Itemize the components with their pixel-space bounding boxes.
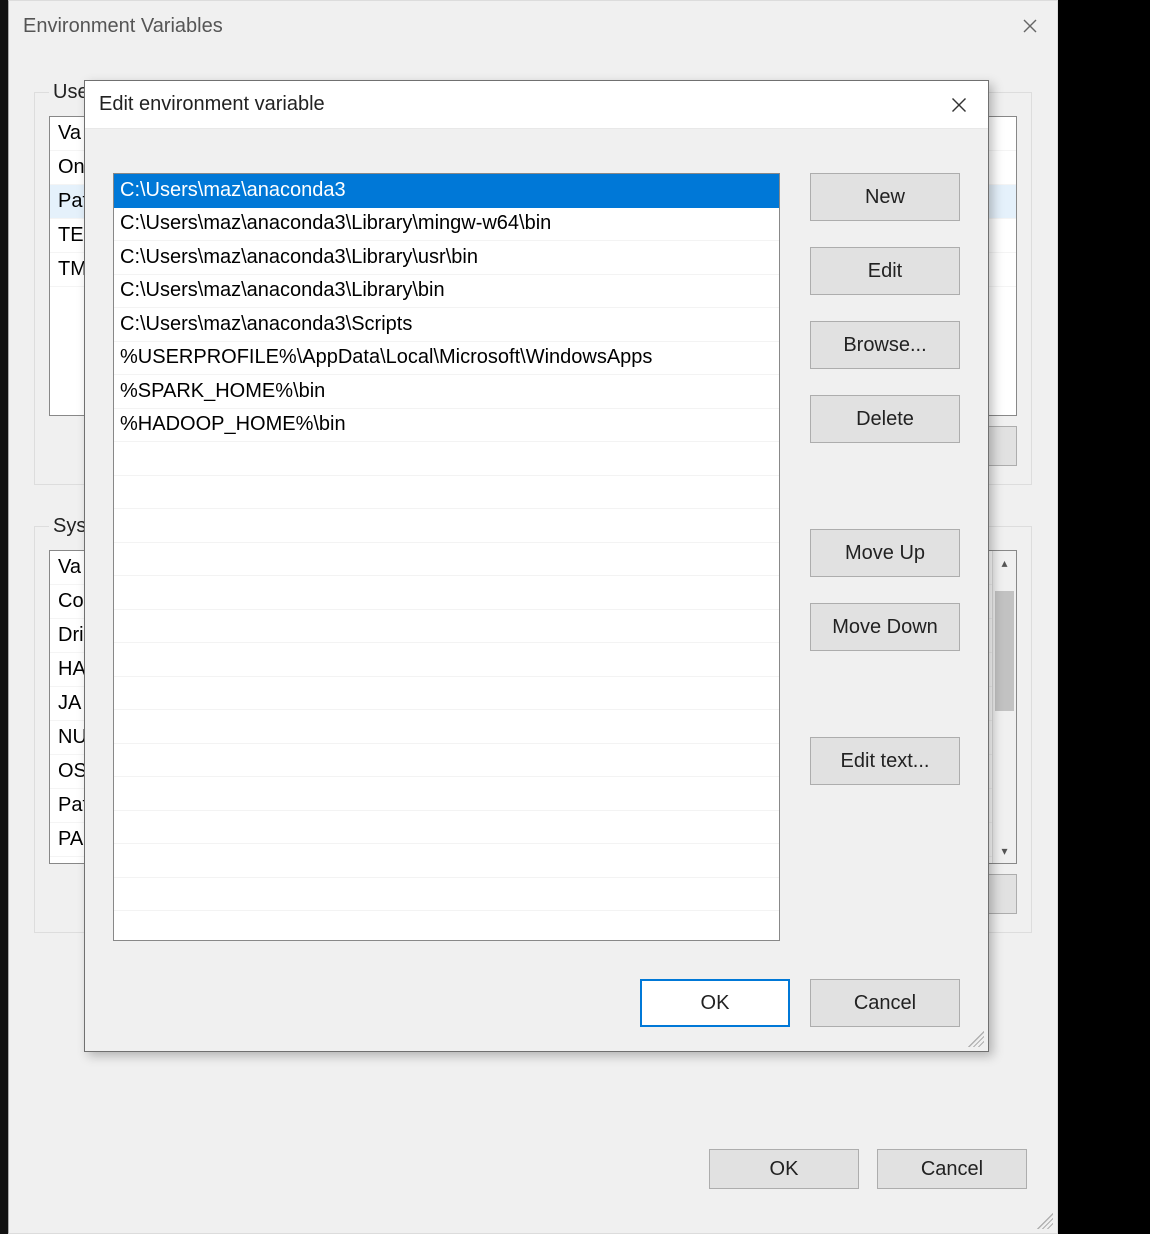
path-row[interactable]: C:\Users\maz\anaconda3\Library\usr\bin bbox=[114, 241, 779, 275]
close-icon bbox=[951, 97, 967, 113]
path-entry-text: %HADOOP_HOME%\bin bbox=[120, 413, 346, 436]
child-cancel-button[interactable]: Cancel bbox=[810, 979, 960, 1027]
path-row[interactable]: C:\Users\maz\anaconda3\Library\mingw-w64… bbox=[114, 208, 779, 242]
path-entry-text: %USERPROFILE%\AppData\Local\Microsoft\Wi… bbox=[120, 346, 652, 369]
parent-titlebar: Environment Variables bbox=[9, 1, 1057, 51]
new-label: New bbox=[865, 186, 905, 209]
child-ok-label: OK bbox=[701, 992, 730, 1015]
path-row[interactable]: %SPARK_HOME%\bin bbox=[114, 375, 779, 409]
path-entry-text: %SPARK_HOME%\bin bbox=[120, 380, 325, 403]
path-row[interactable] bbox=[114, 710, 779, 744]
child-title: Edit environment variable bbox=[99, 93, 325, 116]
edit-text-button[interactable]: Edit text... bbox=[810, 737, 960, 785]
new-button[interactable]: New bbox=[810, 173, 960, 221]
path-row[interactable] bbox=[114, 509, 779, 543]
child-footer: OK Cancel bbox=[640, 979, 960, 1027]
parent-title: Environment Variables bbox=[23, 15, 223, 38]
scroll-down-icon[interactable]: ▾ bbox=[993, 839, 1016, 863]
path-row[interactable] bbox=[114, 442, 779, 476]
edit-label: Edit bbox=[868, 260, 902, 283]
path-row[interactable] bbox=[114, 677, 779, 711]
move-down-button[interactable]: Move Down bbox=[810, 603, 960, 651]
move-down-label: Move Down bbox=[832, 616, 938, 639]
scroll-up-icon[interactable]: ▴ bbox=[993, 551, 1016, 575]
child-close-button[interactable] bbox=[936, 85, 982, 125]
path-entry-text: C:\Users\maz\anaconda3\Scripts bbox=[120, 313, 412, 336]
scroll-thumb[interactable] bbox=[995, 591, 1014, 711]
path-entry-text: C:\Users\maz\anaconda3\Library\usr\bin bbox=[120, 246, 478, 269]
parent-resize-grip[interactable] bbox=[1037, 1213, 1053, 1229]
path-row[interactable] bbox=[114, 811, 779, 845]
parent-ok-button[interactable]: OK bbox=[709, 1149, 859, 1189]
path-row[interactable]: C:\Users\maz\anaconda3\Scripts bbox=[114, 308, 779, 342]
child-ok-button[interactable]: OK bbox=[640, 979, 790, 1027]
path-row[interactable] bbox=[114, 844, 779, 878]
parent-cancel-button[interactable]: Cancel bbox=[877, 1149, 1027, 1189]
path-row[interactable] bbox=[114, 476, 779, 510]
edit-button[interactable]: Edit bbox=[810, 247, 960, 295]
browse-button[interactable]: Browse... bbox=[810, 321, 960, 369]
path-listbox[interactable]: C:\Users\maz\anaconda3 C:\Users\maz\anaco… bbox=[113, 173, 780, 941]
close-icon bbox=[1022, 18, 1038, 34]
path-entry-text: C:\Users\maz\anaconda3\Library\bin bbox=[120, 279, 445, 302]
edit-path-dialog: Edit environment variable C:\Users\maz\a… bbox=[84, 80, 989, 1052]
delete-button[interactable]: Delete bbox=[810, 395, 960, 443]
child-resize-grip[interactable] bbox=[968, 1031, 984, 1047]
parent-ok-label: OK bbox=[770, 1158, 799, 1181]
child-body: C:\Users\maz\anaconda3 C:\Users\maz\anaco… bbox=[85, 129, 988, 1051]
system-vars-scrollbar[interactable]: ▴ ▾ bbox=[992, 551, 1016, 863]
path-row[interactable] bbox=[114, 643, 779, 677]
path-row[interactable]: %USERPROFILE%\AppData\Local\Microsoft\Wi… bbox=[114, 342, 779, 376]
desktop-strip bbox=[0, 0, 8, 1234]
parent-close-button[interactable] bbox=[1007, 7, 1053, 45]
child-cancel-label: Cancel bbox=[854, 992, 916, 1015]
path-row[interactable] bbox=[114, 610, 779, 644]
path-entry-text: C:\Users\maz\anaconda3\Library\mingw-w64… bbox=[120, 212, 551, 235]
browse-label: Browse... bbox=[843, 334, 926, 357]
path-row[interactable] bbox=[114, 744, 779, 778]
path-entry-text: C:\Users\maz\anaconda3 bbox=[120, 179, 346, 202]
side-buttons: New Edit Browse... Delete Move Up Move D… bbox=[810, 173, 960, 941]
move-up-label: Move Up bbox=[845, 542, 925, 565]
path-row[interactable] bbox=[114, 777, 779, 811]
path-row[interactable] bbox=[114, 576, 779, 610]
path-row[interactable] bbox=[114, 878, 779, 912]
delete-label: Delete bbox=[856, 408, 914, 431]
path-row[interactable] bbox=[114, 543, 779, 577]
parent-cancel-label: Cancel bbox=[921, 1158, 983, 1181]
edit-text-label: Edit text... bbox=[841, 750, 930, 773]
child-titlebar: Edit environment variable bbox=[85, 81, 988, 129]
move-up-button[interactable]: Move Up bbox=[810, 529, 960, 577]
path-row[interactable]: %HADOOP_HOME%\bin bbox=[114, 409, 779, 443]
path-row[interactable]: C:\Users\maz\anaconda3\Library\bin bbox=[114, 275, 779, 309]
path-row[interactable]: C:\Users\maz\anaconda3 bbox=[114, 174, 779, 208]
